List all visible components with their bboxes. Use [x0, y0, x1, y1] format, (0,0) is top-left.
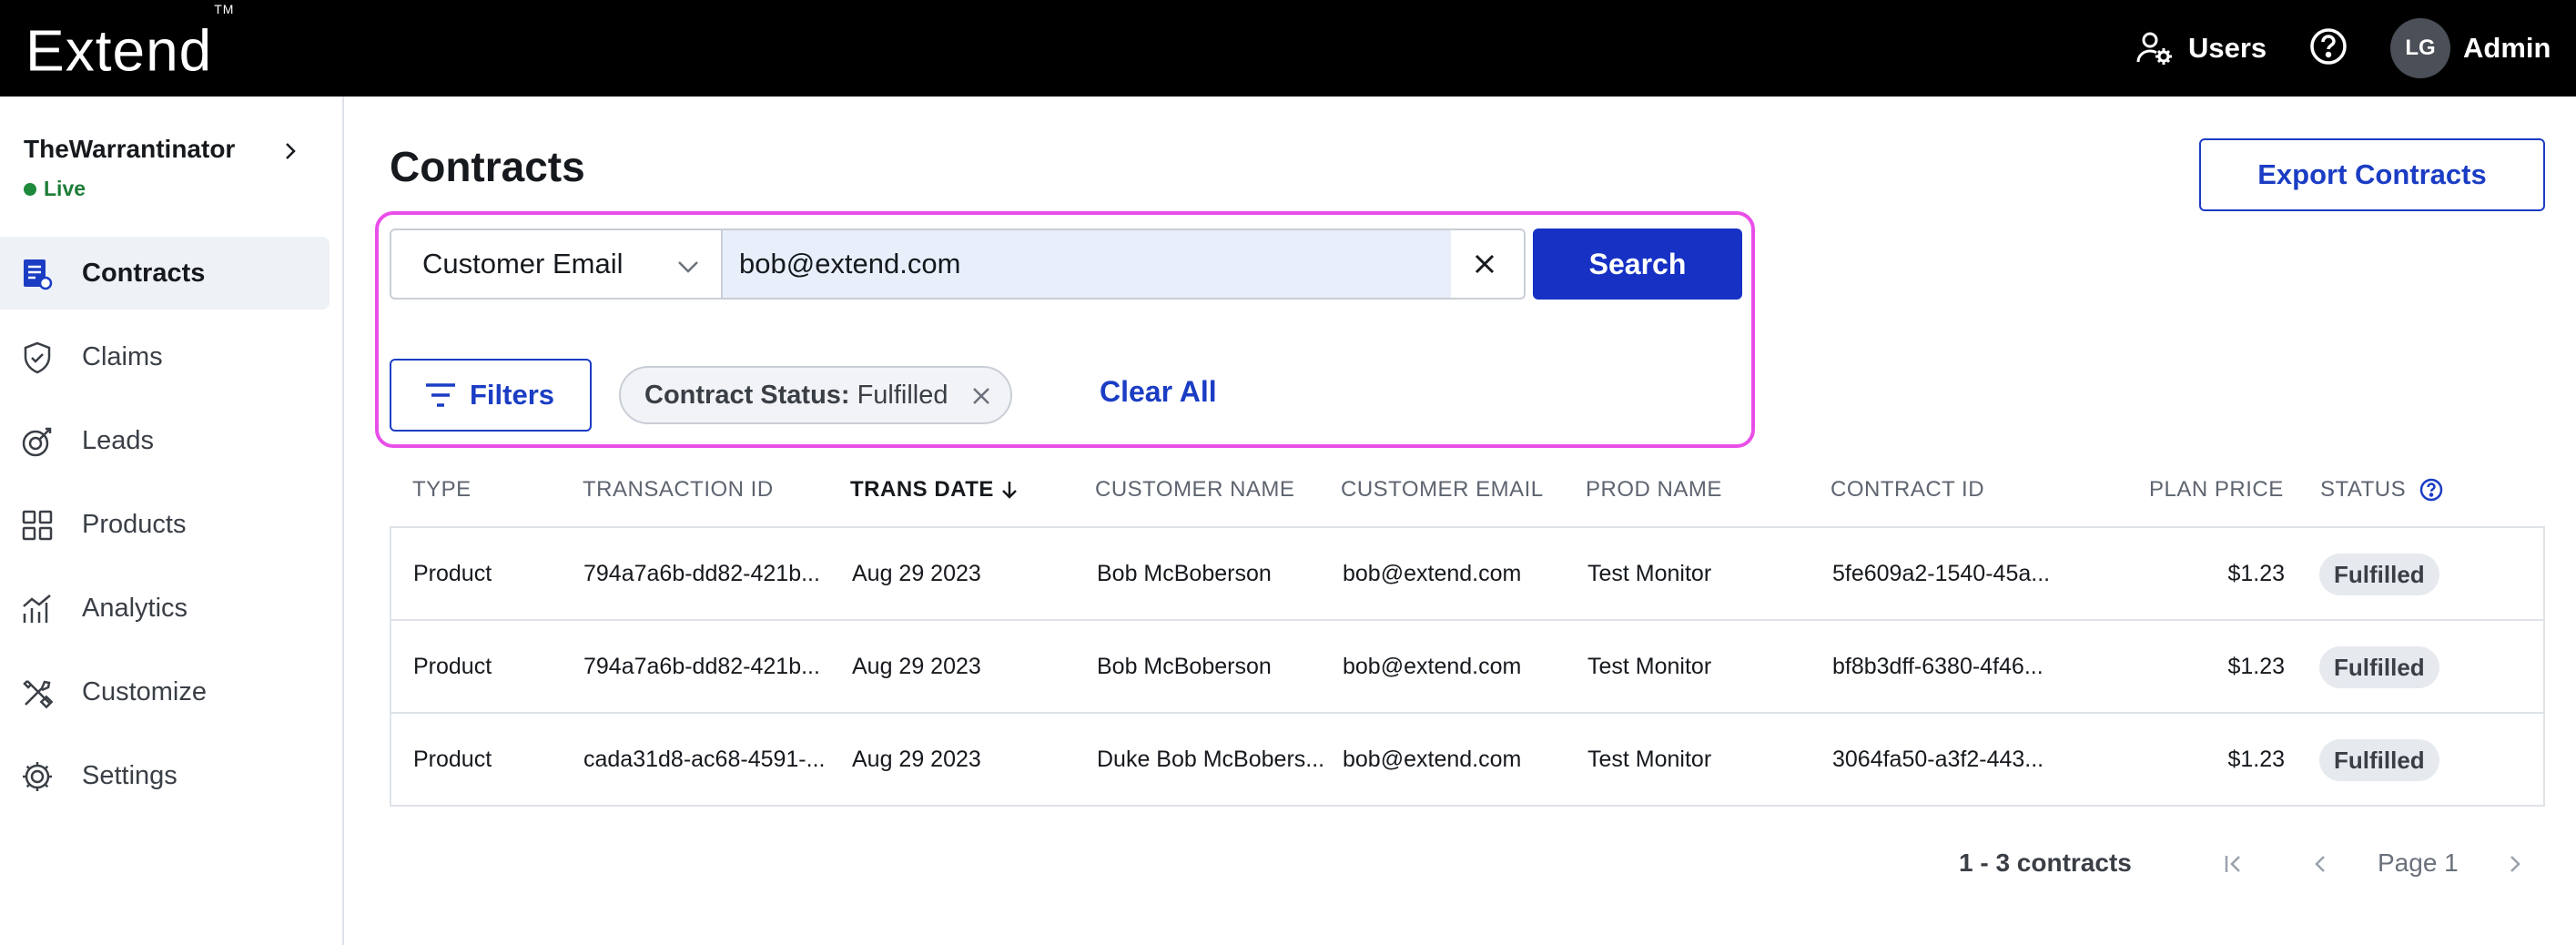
- store-name[interactable]: TheWarrantinator: [24, 135, 235, 164]
- sidebar-item-customize[interactable]: Customize: [0, 655, 330, 728]
- status-badge: Fulfilled: [2319, 739, 2439, 781]
- cell-transaction-id: 794a7a6b-dd82-421b...: [583, 654, 820, 679]
- page-indicator: Page 1: [2378, 848, 2459, 877]
- sidebar-item-label: Claims: [82, 341, 163, 371]
- grid-icon: [22, 510, 53, 541]
- first-page-icon[interactable]: [2219, 850, 2246, 878]
- help-icon[interactable]: [2419, 477, 2444, 503]
- cell-contract-id: bf8b3dff-6380-4f46...: [1832, 654, 2044, 679]
- sidebar-item-contracts[interactable]: Contracts: [0, 237, 330, 310]
- filter-chip-contract-status: Contract Status: Fulfilled: [619, 366, 1012, 424]
- shield-icon: [24, 341, 51, 374]
- cell-trans-date: Aug 29 2023: [852, 561, 981, 586]
- table-row[interactable]: Product 794a7a6b-dd82-421b... Aug 29 202…: [391, 528, 2543, 621]
- avatar[interactable]: LG: [2390, 18, 2450, 78]
- cell-prod-name: Test Monitor: [1587, 561, 1712, 586]
- store-status: Live: [24, 177, 86, 201]
- sidebar-item-label: Customize: [82, 676, 207, 706]
- sidebar: TheWarrantinator Live Contracts Claims L…: [0, 97, 344, 945]
- column-header-prod-name[interactable]: PROD NAME: [1586, 477, 1722, 503]
- users-label: Users: [2188, 32, 2267, 64]
- next-page-icon[interactable]: [2501, 850, 2529, 878]
- column-header-status[interactable]: STATUS: [2320, 477, 2444, 503]
- sidebar-item-label: Leads: [82, 425, 155, 455]
- sidebar-item-analytics[interactable]: Analytics: [0, 572, 330, 645]
- column-header-contract-id[interactable]: CONTRACT ID: [1831, 477, 1984, 503]
- chevron-right-icon[interactable]: [279, 140, 300, 162]
- contracts-table: Product 794a7a6b-dd82-421b... Aug 29 202…: [390, 526, 2545, 807]
- search-field-select-value: Customer Email: [422, 248, 624, 279]
- live-dot-icon: [24, 182, 36, 196]
- cell-transaction-id: 794a7a6b-dd82-421b...: [583, 561, 820, 586]
- users-menu-button[interactable]: Users: [2135, 25, 2267, 71]
- cell-type: Product: [413, 561, 492, 586]
- search-button[interactable]: Search: [1533, 229, 1742, 300]
- user-settings-icon: [2136, 32, 2172, 65]
- sidebar-item-leads[interactable]: Leads: [0, 404, 330, 477]
- column-header-plan-price[interactable]: PLAN PRICE: [2149, 477, 2284, 503]
- admin-label[interactable]: Admin: [2463, 25, 2551, 71]
- column-header-customer-email[interactable]: CUSTOMER EMAIL: [1341, 477, 1544, 503]
- help-icon[interactable]: [2308, 26, 2348, 66]
- search-input-wrapper: [723, 229, 1526, 300]
- cell-prod-name: Test Monitor: [1587, 747, 1712, 772]
- cell-customer-name: Bob McBoberson: [1097, 654, 1272, 679]
- previous-page-icon[interactable]: [2307, 850, 2334, 878]
- cell-plan-price: $1.23: [2227, 747, 2285, 772]
- extend-logo[interactable]: ExtendTM: [25, 2, 234, 83]
- status-badge: Fulfilled: [2319, 554, 2439, 595]
- sidebar-item-settings[interactable]: Settings: [0, 739, 330, 812]
- gear-icon: [23, 762, 52, 791]
- search-input[interactable]: [723, 230, 1451, 298]
- table-row[interactable]: Product cada31d8-ac68-4591-... Aug 29 20…: [391, 714, 2543, 807]
- sidebar-item-label: Contracts: [82, 258, 206, 288]
- cell-plan-price: $1.23: [2227, 561, 2285, 586]
- sidebar-item-label: Products: [82, 509, 187, 539]
- bar-chart-icon: [23, 594, 51, 623]
- clear-all-link[interactable]: Clear All: [1100, 375, 1217, 409]
- column-header-trans-date[interactable]: TRANS DATE: [850, 477, 1019, 503]
- filters-label: Filters: [470, 379, 555, 411]
- status-badge: Fulfilled: [2319, 646, 2439, 688]
- cell-contract-id: 5fe609a2-1540-45a...: [1832, 561, 2051, 586]
- cell-plan-price: $1.23: [2227, 654, 2285, 679]
- table-row[interactable]: Product 794a7a6b-dd82-421b... Aug 29 202…: [391, 621, 2543, 714]
- top-bar: ExtendTM Users LG Admin: [0, 0, 2576, 97]
- filters-button[interactable]: Filters: [390, 359, 592, 432]
- filter-icon: [426, 383, 455, 407]
- cell-customer-email: bob@extend.com: [1343, 747, 1522, 772]
- cell-type: Product: [413, 747, 492, 772]
- search-field-select[interactable]: Customer Email: [390, 229, 723, 300]
- close-icon[interactable]: [1467, 247, 1502, 281]
- cell-prod-name: Test Monitor: [1587, 654, 1712, 679]
- column-header-type[interactable]: TYPE: [412, 477, 472, 503]
- column-header-customer-name[interactable]: CUSTOMER NAME: [1095, 477, 1294, 503]
- leads-icon: [22, 427, 52, 457]
- sidebar-item-claims[interactable]: Claims: [0, 320, 330, 393]
- sidebar-item-label: Settings: [82, 760, 177, 790]
- sidebar-item-products[interactable]: Products: [0, 488, 330, 561]
- tools-icon: [23, 680, 54, 709]
- close-icon[interactable]: [969, 383, 994, 409]
- cell-type: Product: [413, 654, 492, 679]
- cell-trans-date: Aug 29 2023: [852, 654, 981, 679]
- sort-down-icon: [1002, 482, 1017, 499]
- cell-customer-name: Duke Bob McBobers...: [1097, 747, 1325, 772]
- cell-customer-email: bob@extend.com: [1343, 654, 1522, 679]
- export-contracts-button[interactable]: Export Contracts: [2199, 138, 2545, 211]
- cell-contract-id: 3064fa50-a3f2-443...: [1832, 747, 2044, 772]
- pagination-count: 1 - 3 contracts: [1959, 848, 2132, 877]
- cell-trans-date: Aug 29 2023: [852, 747, 981, 772]
- column-header-transaction-id[interactable]: TRANSACTION ID: [583, 477, 774, 503]
- contracts-icon: [24, 259, 53, 290]
- sidebar-item-label: Analytics: [82, 593, 188, 623]
- chevron-down-icon: [678, 261, 698, 273]
- cell-transaction-id: cada31d8-ac68-4591-...: [583, 747, 826, 772]
- page-title: Contracts: [390, 143, 585, 190]
- cell-customer-email: bob@extend.com: [1343, 561, 1522, 586]
- chip-value: Fulfilled: [857, 380, 948, 410]
- chip-key: Contract Status:: [644, 380, 850, 410]
- cell-customer-name: Bob McBoberson: [1097, 561, 1272, 586]
